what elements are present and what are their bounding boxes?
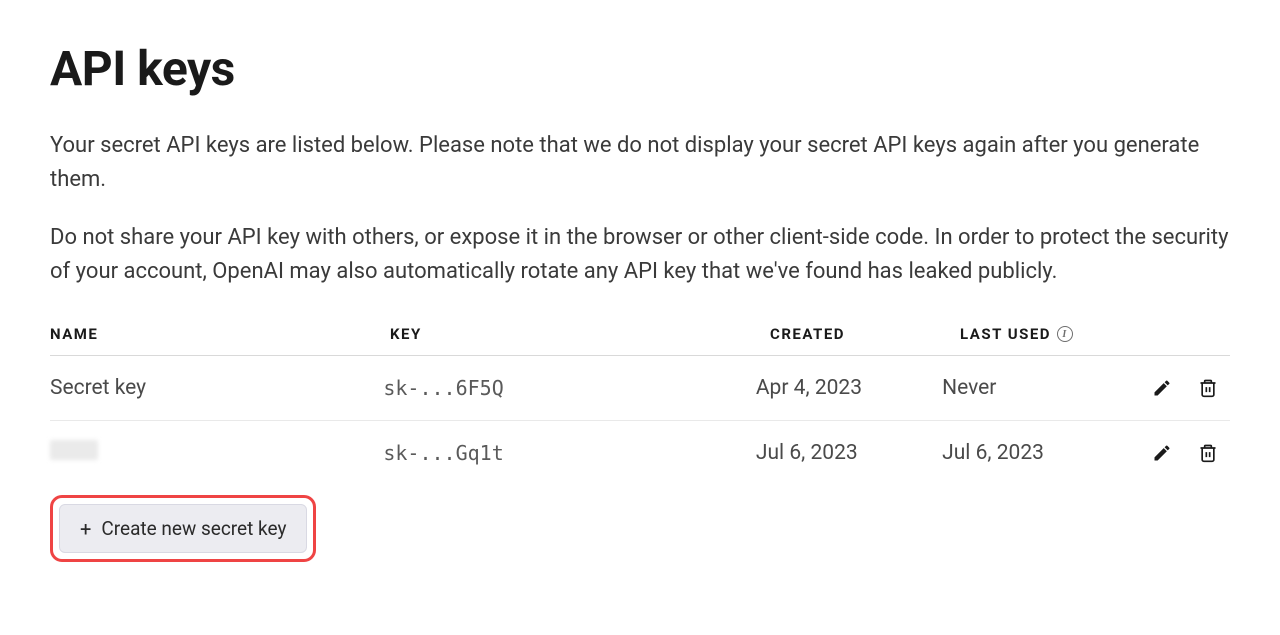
cell-key: sk-...6F5Q xyxy=(383,376,756,400)
delete-button[interactable] xyxy=(1194,439,1222,467)
edit-button[interactable] xyxy=(1148,374,1176,402)
column-header-created: CREATED xyxy=(770,325,960,343)
cell-created: Jul 6, 2023 xyxy=(756,441,942,465)
plus-icon: + xyxy=(80,519,91,539)
cell-last-used: Never xyxy=(942,376,1148,400)
delete-button[interactable] xyxy=(1194,374,1222,402)
edit-button[interactable] xyxy=(1148,439,1176,467)
column-header-name: NAME xyxy=(50,325,390,343)
cell-key: sk-...Gq1t xyxy=(383,441,756,465)
cell-name xyxy=(50,440,383,466)
create-secret-key-label: Create new secret key xyxy=(101,517,286,540)
trash-icon xyxy=(1198,443,1218,463)
page-title: API keys xyxy=(50,40,1230,97)
table-row: Secret key sk-...6F5Q Apr 4, 2023 Never xyxy=(50,356,1230,421)
cell-last-used: Jul 6, 2023 xyxy=(942,441,1148,465)
table-row: sk-...Gq1t Jul 6, 2023 Jul 6, 2023 xyxy=(50,421,1230,485)
column-header-key: KEY xyxy=(390,325,770,343)
info-icon[interactable]: i xyxy=(1057,326,1073,342)
pencil-icon xyxy=(1152,378,1172,398)
cell-name: Secret key xyxy=(50,376,383,400)
table-header-row: NAME KEY CREATED LAST USED i xyxy=(50,313,1230,356)
column-header-last-used-label: LAST USED xyxy=(960,325,1051,343)
description-paragraph-2: Do not share your API key with others, o… xyxy=(50,221,1230,289)
create-key-highlight: + Create new secret key xyxy=(50,495,316,562)
pencil-icon xyxy=(1152,443,1172,463)
redacted-name xyxy=(50,440,98,460)
column-header-last-used: LAST USED i xyxy=(960,325,1170,343)
description-paragraph-1: Your secret API keys are listed below. P… xyxy=(50,129,1230,197)
cell-created: Apr 4, 2023 xyxy=(756,376,942,400)
api-keys-table: NAME KEY CREATED LAST USED i Secret key … xyxy=(50,313,1230,485)
create-secret-key-button[interactable]: + Create new secret key xyxy=(59,504,307,553)
trash-icon xyxy=(1198,378,1218,398)
